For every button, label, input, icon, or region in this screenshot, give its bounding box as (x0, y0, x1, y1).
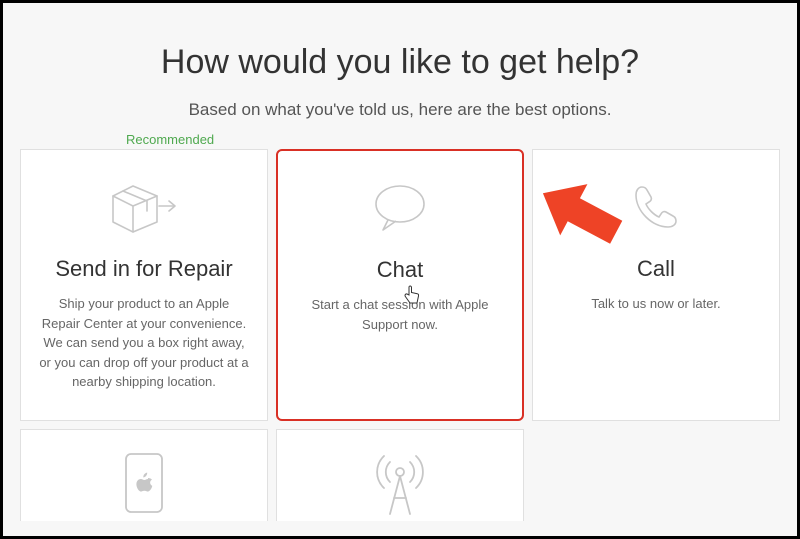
recommended-label: Recommended (126, 132, 782, 147)
apple-device-icon (114, 448, 174, 516)
card-title-chat: Chat (377, 257, 423, 283)
box-ship-icon (107, 172, 181, 242)
card-desc-repair: Ship your product to an Apple Repair Cen… (39, 294, 249, 392)
option-card-apple-device[interactable] (20, 429, 268, 521)
card-title-repair: Send in for Repair (55, 256, 232, 282)
page-title: How would you like to get help? (18, 43, 782, 82)
card-title-call: Call (637, 256, 675, 282)
antenna-icon (368, 448, 432, 516)
option-card-send-in-repair[interactable]: Send in for Repair Ship your product to … (20, 149, 268, 421)
option-card-antenna[interactable] (276, 429, 524, 521)
option-card-chat[interactable]: Chat Start a chat session with Apple Sup… (276, 149, 524, 421)
card-desc-call: Talk to us now or later. (591, 294, 720, 314)
phone-icon (626, 172, 686, 242)
options-row2 (18, 429, 782, 521)
option-card-call[interactable]: Call Talk to us now or later. (532, 149, 780, 421)
page-subtitle: Based on what you've told us, here are t… (18, 100, 782, 120)
card-desc-chat: Start a chat session with Apple Support … (296, 295, 504, 334)
chat-bubble-icon (368, 173, 432, 243)
options-grid: Send in for Repair Ship your product to … (18, 149, 782, 421)
